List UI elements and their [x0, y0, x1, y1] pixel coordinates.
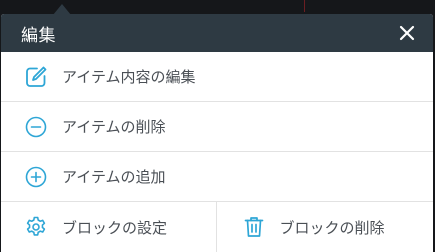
edit-icon	[24, 65, 48, 89]
delete-item-button[interactable]: アイテムの削除	[1, 102, 433, 152]
edit-menu-popup: 編集 アイテム内容の編集 アイテムの削除 アイテムの追加 ブロックの設定 ブロッ…	[1, 14, 433, 252]
edit-item-button[interactable]: アイテム内容の編集	[1, 52, 433, 102]
plus-circle-icon	[24, 165, 48, 189]
add-item-button[interactable]: アイテムの追加	[1, 152, 433, 202]
close-button[interactable]	[396, 22, 418, 44]
block-actions: ブロックの設定 ブロックの削除	[1, 202, 433, 252]
popup-header: 編集	[1, 14, 433, 52]
trash-icon	[242, 215, 266, 239]
popup-title: 編集	[21, 25, 56, 46]
block-settings-label: ブロックの設定	[62, 218, 168, 237]
block-delete-label: ブロックの削除	[279, 218, 385, 237]
minus-circle-icon	[24, 115, 48, 139]
block-delete-button[interactable]: ブロックの削除	[215, 202, 434, 252]
add-item-label: アイテムの追加	[62, 168, 166, 186]
edit-item-label: アイテム内容の編集	[62, 68, 196, 86]
background-marker	[304, 0, 305, 12]
close-icon	[399, 25, 415, 41]
block-settings-button[interactable]: ブロックの設定	[1, 202, 216, 252]
delete-item-label: アイテムの削除	[62, 118, 166, 136]
gear-icon	[24, 215, 48, 239]
